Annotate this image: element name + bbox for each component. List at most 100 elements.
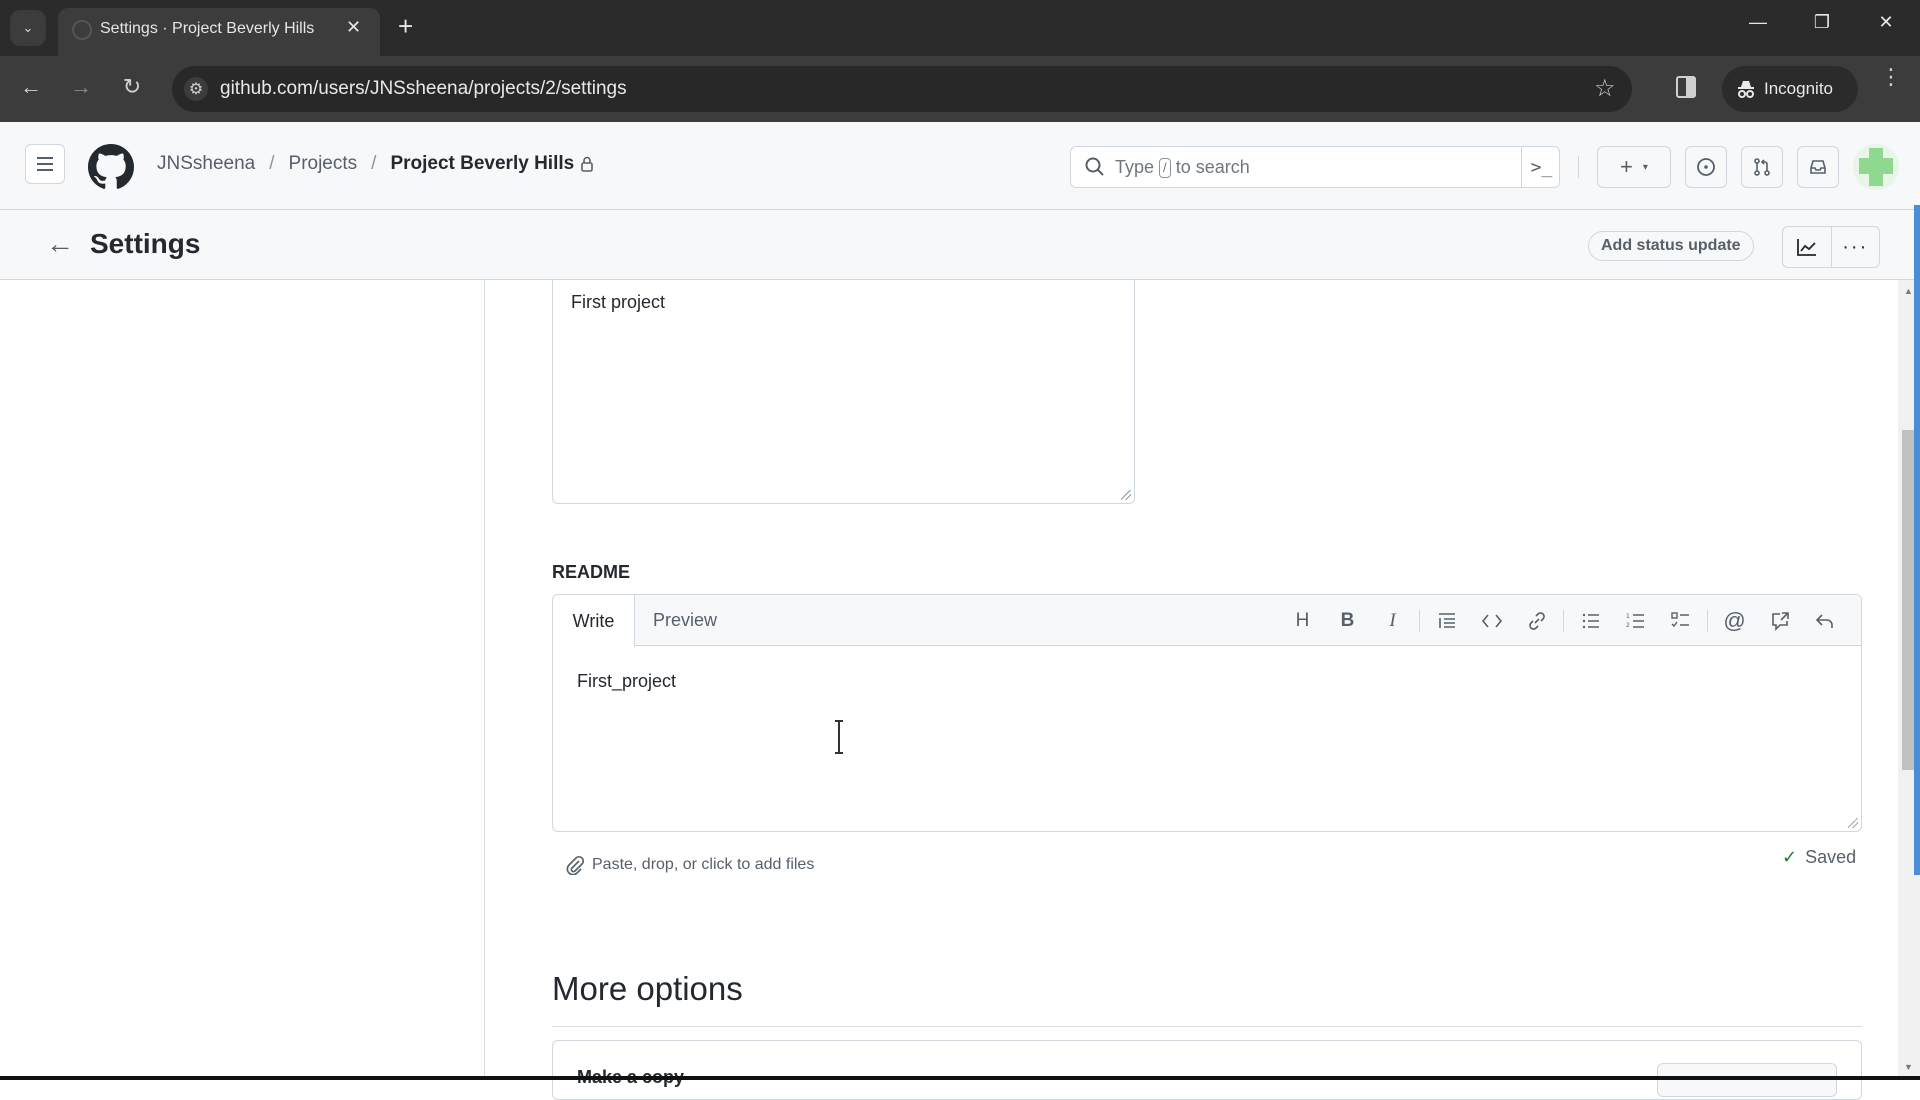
plus-icon: + xyxy=(1620,154,1633,179)
scroll-down-arrow-icon[interactable]: ▼ xyxy=(1904,1062,1913,1072)
task-list-svg-icon xyxy=(1670,611,1689,627)
saved-label: Saved xyxy=(1805,847,1857,867)
breadcrumb-project[interactable]: Project Beverly Hills xyxy=(390,153,574,175)
incognito-badge[interactable]: Incognito xyxy=(1722,66,1858,112)
cross-reference-icon[interactable] xyxy=(1757,601,1802,641)
github-favicon-icon xyxy=(72,20,92,40)
slash-key-hint: / xyxy=(1159,158,1171,178)
site-info-icon[interactable]: ⚙ xyxy=(184,77,208,101)
graph-icon xyxy=(1796,239,1816,256)
more-options-button[interactable]: ··· xyxy=(1830,227,1880,267)
search-icon xyxy=(1085,157,1104,176)
italic-icon[interactable]: I xyxy=(1370,601,1415,641)
mention-icon[interactable]: @ xyxy=(1712,601,1757,641)
back-icon[interactable]: ← xyxy=(16,74,46,100)
browser-tab[interactable]: Settings · Project Beverly Hills ✕ xyxy=(58,8,380,56)
readme-editor: Write Preview H B I 12 @ First_project xyxy=(552,594,1862,832)
hamburger-menu-button[interactable] xyxy=(25,144,65,184)
editor-toolbar-row: Write Preview H B I 12 @ xyxy=(553,595,1861,647)
short-description-value[interactable]: First project xyxy=(571,292,665,313)
make-a-copy-card: Make a copy xyxy=(552,1040,1862,1100)
reply-svg-icon xyxy=(1815,613,1833,628)
code-icon[interactable] xyxy=(1469,601,1514,641)
tab-write[interactable]: Write xyxy=(553,595,635,647)
window-close-icon[interactable]: ✕ xyxy=(1866,12,1906,33)
resize-handle-icon[interactable] xyxy=(1121,490,1131,500)
caret-down-icon: ▾ xyxy=(1642,161,1648,173)
quote-icon[interactable] xyxy=(1424,601,1469,641)
toolbar-divider xyxy=(1563,609,1564,632)
incognito-icon xyxy=(1738,81,1754,98)
code-svg-icon xyxy=(1481,613,1502,628)
git-pull-request-icon xyxy=(1754,158,1770,176)
side-panel-icon[interactable] xyxy=(1676,76,1696,98)
paperclip-icon xyxy=(566,855,584,875)
user-avatar[interactable] xyxy=(1853,144,1899,190)
github-logo-icon[interactable] xyxy=(88,144,134,190)
link-icon[interactable] xyxy=(1514,601,1559,641)
incognito-label: Incognito xyxy=(1764,79,1833,98)
tab-title: Settings · Project Beverly Hills xyxy=(100,20,315,37)
window-edge-highlight xyxy=(1914,205,1920,875)
tab-preview[interactable]: Preview xyxy=(653,610,717,631)
settings-header: ← Settings Add status update ··· xyxy=(0,210,1920,280)
svg-text:1: 1 xyxy=(1626,613,1630,620)
check-icon: ✓ xyxy=(1782,847,1798,867)
restore-icon[interactable]: ❐ xyxy=(1802,12,1842,33)
browser-toolbar: ← → ↻ ⚙ github.com/users/JNSsheena/proje… xyxy=(0,56,1920,122)
browser-menu-icon[interactable]: ⋮ xyxy=(1880,66,1902,88)
readme-label: README xyxy=(552,562,631,582)
header-divider xyxy=(1578,156,1579,178)
link-svg-icon xyxy=(1528,611,1545,630)
inbox-icon xyxy=(1810,160,1826,174)
reload-icon[interactable]: ↻ xyxy=(117,74,147,100)
page-title: Settings xyxy=(90,228,201,259)
add-status-update-button[interactable]: Add status update xyxy=(1588,231,1754,261)
pull-requests-button[interactable] xyxy=(1741,146,1783,188)
close-tab-icon[interactable]: ✕ xyxy=(346,17,361,38)
command-palette-button[interactable]: >_ xyxy=(1521,147,1561,187)
sidebar-divider xyxy=(484,280,485,1080)
undo-icon[interactable] xyxy=(1802,601,1847,641)
breadcrumb-separator: / xyxy=(371,153,377,174)
breadcrumb-projects[interactable]: Projects xyxy=(289,153,358,175)
breadcrumb: JNSsheena / Projects / Project Beverly H… xyxy=(157,153,594,175)
svg-text:2: 2 xyxy=(1626,622,1630,629)
url-text[interactable]: github.com/users/JNSsheena/projects/2/se… xyxy=(220,78,627,100)
attach-files-label: Paste, drop, or click to add files xyxy=(592,856,815,873)
search-input[interactable]: Type / to search >_ xyxy=(1070,146,1560,188)
ordered-list-svg-icon: 12 xyxy=(1626,613,1644,629)
address-bar[interactable]: ⚙ github.com/users/JNSsheena/projects/2/… xyxy=(172,66,1632,112)
breadcrumb-owner[interactable]: JNSsheena xyxy=(157,153,255,175)
bold-icon[interactable]: B xyxy=(1325,601,1370,641)
unordered-list-icon[interactable] xyxy=(1568,601,1613,641)
project-actions-group: ··· xyxy=(1782,226,1880,268)
star-icon[interactable]: ☆ xyxy=(1594,74,1616,103)
readme-textarea-value[interactable]: First_project xyxy=(577,671,676,692)
more-options-heading: More options xyxy=(552,970,743,1007)
lock-icon xyxy=(581,156,594,172)
insights-button[interactable] xyxy=(1783,227,1831,267)
quote-svg-icon xyxy=(1438,612,1455,628)
markdown-toolbar: H B I 12 @ xyxy=(1280,595,1847,646)
short-description-textarea[interactable]: First project xyxy=(552,280,1135,504)
avatar-identicon-icon xyxy=(1859,148,1893,186)
attach-files-hint[interactable]: Paste, drop, or click to add files xyxy=(566,855,814,875)
tab-list-button[interactable]: ⌄ xyxy=(10,10,46,46)
create-new-button[interactable]: + ▾ xyxy=(1597,146,1671,188)
list-svg-icon xyxy=(1582,613,1599,628)
toolbar-divider xyxy=(1707,609,1708,632)
make-a-copy-button[interactable] xyxy=(1657,1063,1837,1097)
ordered-list-icon[interactable]: 12 xyxy=(1613,601,1658,641)
heading-icon[interactable]: H xyxy=(1280,601,1325,641)
back-arrow-icon[interactable]: ← xyxy=(46,228,74,260)
issues-button[interactable] xyxy=(1685,146,1727,188)
new-tab-button[interactable]: + xyxy=(398,12,413,40)
resize-handle-icon[interactable] xyxy=(1848,818,1858,828)
text-cursor-icon xyxy=(835,720,843,754)
scroll-up-arrow-icon[interactable]: ▲ xyxy=(1904,286,1913,296)
inbox-button[interactable] xyxy=(1797,146,1839,188)
task-list-icon[interactable] xyxy=(1658,601,1703,641)
minimize-icon[interactable]: — xyxy=(1738,12,1778,33)
forward-icon[interactable]: → xyxy=(66,74,96,100)
